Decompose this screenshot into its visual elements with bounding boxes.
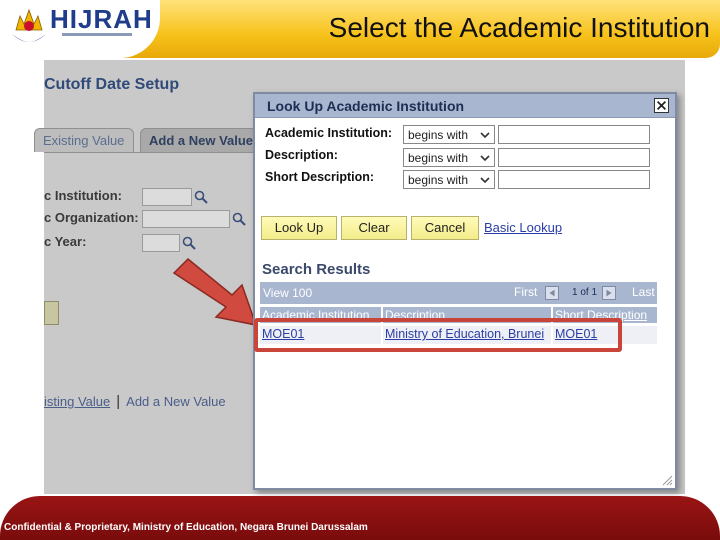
basic-lookup-link[interactable]: Basic Lookup [484,220,562,235]
operator-select-institution[interactable]: begins with [403,125,495,144]
operator-select-description[interactable]: begins with [403,148,495,167]
next-icon[interactable] [602,286,616,300]
results-navigation-bar: View 100 First 1 of 1 Last [260,282,657,304]
slide-header: HIJRAH Select the Academic Institution [0,0,720,58]
institution-input[interactable] [142,188,192,206]
footer-text: Confidential & Proprietary, Ministry of … [4,522,368,533]
institution-search-input[interactable] [498,125,650,144]
operator-value: begins with [408,151,469,165]
result-highlight-box [254,318,622,352]
description-search-input[interactable] [498,148,650,167]
field-label-institution: c Institution: [44,188,122,203]
close-icon[interactable] [654,98,669,113]
view-100-link[interactable]: View 100 [263,286,312,300]
last-link[interactable]: Last [632,285,655,299]
slide-title: Select the Academic Institution [328,12,710,43]
field-label-organization: c Organization: [44,210,139,225]
bottom-links: isting Value | Add a New Value [44,393,226,410]
year-input[interactable] [142,234,180,252]
lookup-icon[interactable] [182,236,196,250]
cancel-button[interactable]: Cancel [411,216,479,240]
lookup-icon[interactable] [194,190,208,204]
link-separator: | [116,393,121,410]
operator-value: begins with [408,128,469,142]
find-existing-value-link[interactable]: isting Value [44,394,110,409]
operator-value: begins with [408,173,469,187]
operator-select-short-description[interactable]: begins with [403,170,495,189]
logo-text: HIJRAH [50,4,153,34]
add-new-value-link[interactable]: Add a New Value [126,394,226,409]
first-link[interactable]: First [514,285,537,299]
add-button[interactable] [44,301,59,325]
search-results-heading: Search Results [262,261,371,278]
chevron-down-icon [480,132,490,139]
modal-titlebar[interactable]: Look Up Academic Institution [255,94,675,118]
previous-icon[interactable] [545,286,559,300]
organization-input[interactable] [142,210,230,228]
tab-divider [44,152,254,153]
tab-find-existing-value[interactable]: Existing Value [34,128,134,152]
criterion-label-short-description: Short Description: [265,170,375,184]
lookup-modal: Look Up Academic Institution Academic In… [253,92,677,490]
crest-icon [12,8,46,42]
lookup-icon[interactable] [232,212,246,226]
modal-title: Look Up Academic Institution [267,98,465,114]
field-label-year: c Year: [44,234,87,249]
row-count: 1 of 1 [572,287,598,298]
criterion-label-description: Description: [265,148,338,162]
criterion-label-institution: Academic Institution: [265,126,393,140]
chevron-down-icon [480,177,490,184]
page-title: Cutoff Date Setup [44,76,180,93]
tab-add-new-value[interactable]: Add a New Value [140,128,260,152]
chevron-down-icon [480,155,490,162]
short-description-search-input[interactable] [498,170,650,189]
footer-band [0,496,720,540]
resize-grip-icon[interactable] [661,474,673,486]
look-up-button[interactable]: Look Up [261,216,337,240]
logo-underline [62,33,132,36]
clear-button[interactable]: Clear [341,216,407,240]
